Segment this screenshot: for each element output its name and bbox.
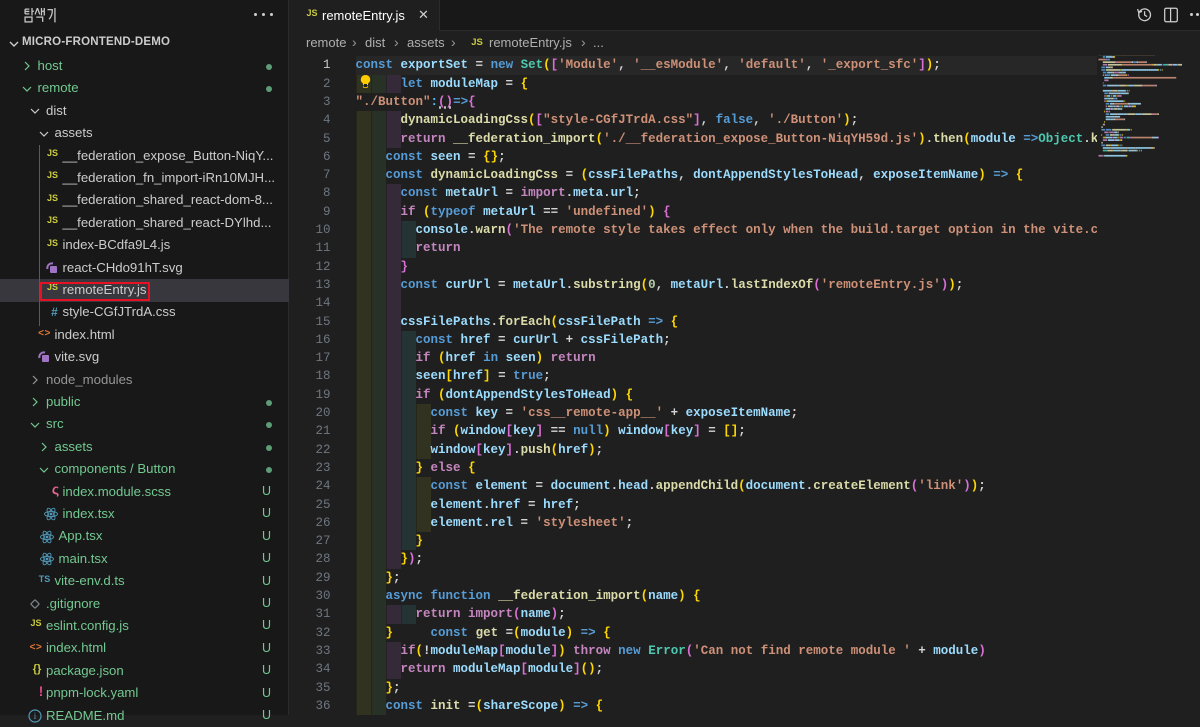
svg-text:i: i <box>34 711 37 721</box>
